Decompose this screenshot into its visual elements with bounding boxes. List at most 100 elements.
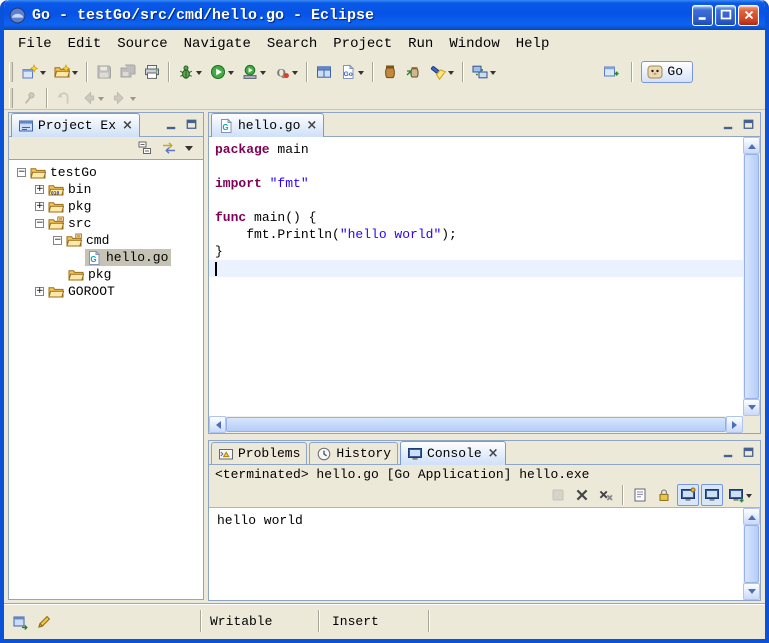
menu-help[interactable]: Help: [508, 33, 558, 55]
menu-run[interactable]: Run: [400, 33, 441, 55]
debug-button[interactable]: [175, 61, 205, 83]
import-jar-button[interactable]: [403, 61, 425, 83]
scrollbar-thumb[interactable]: [226, 417, 726, 432]
tree-node[interactable]: testGo: [29, 164, 100, 181]
scroll-up-button[interactable]: [743, 508, 760, 525]
code-line-7[interactable]: }: [215, 243, 743, 260]
menu-search[interactable]: Search: [259, 33, 325, 55]
close-button[interactable]: [738, 5, 759, 26]
collapse-expander-icon[interactable]: −: [53, 236, 62, 245]
scroll-down-button[interactable]: [743, 399, 760, 416]
tree-node[interactable]: cmd: [65, 232, 112, 249]
collapse-expander-icon[interactable]: −: [35, 219, 44, 228]
close-tab-icon[interactable]: ×: [122, 119, 133, 132]
tree-node[interactable]: GOROOT: [47, 283, 118, 300]
tree-item-testgo[interactable]: −testGo: [9, 164, 203, 181]
display-selected-console-button[interactable]: [701, 484, 723, 506]
close-tab-icon[interactable]: ×: [488, 447, 499, 460]
back-button[interactable]: [77, 87, 107, 109]
forward-button[interactable]: [109, 87, 139, 109]
menu-source[interactable]: Source: [109, 33, 175, 55]
new-project-button[interactable]: [313, 61, 335, 83]
tree-node[interactable]: Ghello.go: [85, 249, 171, 266]
chevron-down-icon[interactable]: [490, 71, 496, 78]
menu-navigate[interactable]: Navigate: [176, 33, 259, 55]
team-sync-button[interactable]: [469, 61, 499, 83]
new-wizard-button[interactable]: [19, 61, 49, 83]
save-button[interactable]: [93, 61, 115, 83]
tab-console[interactable]: Console×: [400, 441, 506, 465]
code-editor[interactable]: package main import "fmt" func main() { fm…: [209, 137, 743, 416]
view-menu-button[interactable]: [182, 137, 196, 159]
minimize-button[interactable]: [692, 5, 713, 26]
open-console-button[interactable]: [725, 484, 755, 506]
editor-vertical-scrollbar[interactable]: [743, 137, 760, 416]
run-history-button[interactable]: Q: [271, 61, 301, 83]
chevron-down-icon[interactable]: [40, 71, 46, 78]
chevron-down-icon[interactable]: [72, 71, 78, 78]
open-perspective-button[interactable]: [600, 61, 622, 83]
expand-expander-icon[interactable]: +: [35, 202, 44, 211]
console-output[interactable]: hello world: [209, 508, 743, 600]
tab-problems[interactable]: Problems: [211, 442, 307, 464]
pencil-icon[interactable]: [36, 614, 52, 630]
run-external-button[interactable]: [239, 61, 269, 83]
pin-console-button[interactable]: [677, 484, 699, 506]
tree-node[interactable]: pkg: [67, 266, 114, 283]
clear-console-button[interactable]: [629, 484, 651, 506]
close-tab-icon[interactable]: ×: [306, 119, 317, 132]
chevron-down-icon[interactable]: [358, 71, 364, 78]
titlebar[interactable]: Go - testGo/src/cmd/hello.go - Eclipse: [4, 0, 765, 30]
chevron-down-icon[interactable]: [292, 71, 298, 78]
tree-item-hello-go[interactable]: Ghello.go: [9, 249, 203, 266]
expand-expander-icon[interactable]: +: [35, 287, 44, 296]
menu-project[interactable]: Project: [325, 33, 400, 55]
menu-edit[interactable]: Edit: [60, 33, 110, 55]
tab-hello-go[interactable]: G hello.go ×: [211, 113, 324, 137]
editor-horizontal-scrollbar[interactable]: [209, 416, 743, 433]
last-edit-location-button[interactable]: [53, 87, 75, 109]
code-line-2[interactable]: [215, 158, 743, 175]
tab-project-explorer[interactable]: Project Ex ×: [11, 113, 140, 137]
scrollbar-thumb[interactable]: [744, 525, 759, 583]
code-line-4[interactable]: [215, 192, 743, 209]
maximize-view-button[interactable]: [739, 117, 757, 133]
scroll-up-button[interactable]: [743, 137, 760, 154]
terminate-button[interactable]: [547, 484, 569, 506]
console-vertical-scrollbar[interactable]: [743, 508, 760, 600]
menu-file[interactable]: File: [10, 33, 60, 55]
code-line-3[interactable]: import "fmt": [215, 175, 743, 192]
scroll-left-button[interactable]: [209, 416, 226, 433]
chevron-down-icon[interactable]: [228, 71, 234, 78]
tree-item-src[interactable]: −src: [9, 215, 203, 232]
link-with-editor-button[interactable]: [158, 137, 180, 159]
tab-history[interactable]: History: [309, 442, 398, 464]
code-line-1[interactable]: package main: [215, 141, 743, 158]
print-button[interactable]: [141, 61, 163, 83]
open-jar-button[interactable]: [379, 61, 401, 83]
scroll-right-button[interactable]: [726, 416, 743, 433]
run-button[interactable]: [207, 61, 237, 83]
scrollbar-thumb[interactable]: [744, 154, 759, 399]
chevron-down-icon[interactable]: [260, 71, 266, 78]
tree-item-pkg[interactable]: pkg: [9, 266, 203, 283]
remove-all-launches-button[interactable]: [595, 484, 617, 506]
new-folder-button[interactable]: [51, 61, 81, 83]
tree-node[interactable]: 010bin: [47, 181, 94, 198]
toolbar-grip[interactable]: [9, 88, 13, 108]
minimize-view-button[interactable]: [719, 117, 737, 133]
menu-window[interactable]: Window: [441, 33, 507, 55]
chevron-down-icon[interactable]: [130, 97, 136, 104]
code-line-5[interactable]: func main() {: [215, 209, 743, 226]
chevron-down-icon[interactable]: [448, 71, 454, 78]
code-line-6[interactable]: fmt.Println("hello world");: [215, 226, 743, 243]
scroll-down-button[interactable]: [743, 583, 760, 600]
fast-view-icon[interactable]: [12, 614, 28, 630]
toolbar-grip[interactable]: [9, 62, 13, 82]
search-button[interactable]: [427, 61, 457, 83]
tree-item-goroot[interactable]: +GOROOT: [9, 283, 203, 300]
tree-item-pkg[interactable]: +pkg: [9, 198, 203, 215]
tree-node[interactable]: src: [47, 215, 94, 232]
save-all-button[interactable]: [117, 61, 139, 83]
new-go-element-button[interactable]: Go: [337, 61, 367, 83]
